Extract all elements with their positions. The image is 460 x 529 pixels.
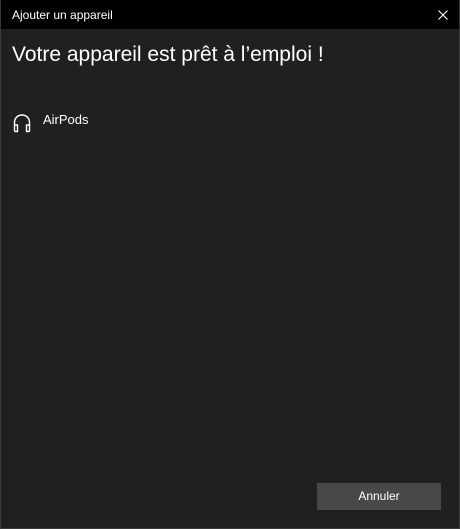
add-device-dialog: Ajouter un appareil Votre appareil est p…	[0, 0, 460, 529]
page-heading: Votre appareil est prêt à l’emploi !	[12, 43, 324, 66]
cancel-button[interactable]: Annuler	[317, 483, 441, 510]
close-icon	[438, 9, 448, 20]
title-bar: Ajouter un appareil	[1, 0, 459, 29]
close-button[interactable]	[427, 0, 459, 29]
device-name: AirPods	[43, 112, 89, 127]
device-list-item: AirPods	[12, 108, 312, 136]
window-title: Ajouter un appareil	[12, 8, 113, 22]
headphones-icon	[13, 114, 31, 133]
